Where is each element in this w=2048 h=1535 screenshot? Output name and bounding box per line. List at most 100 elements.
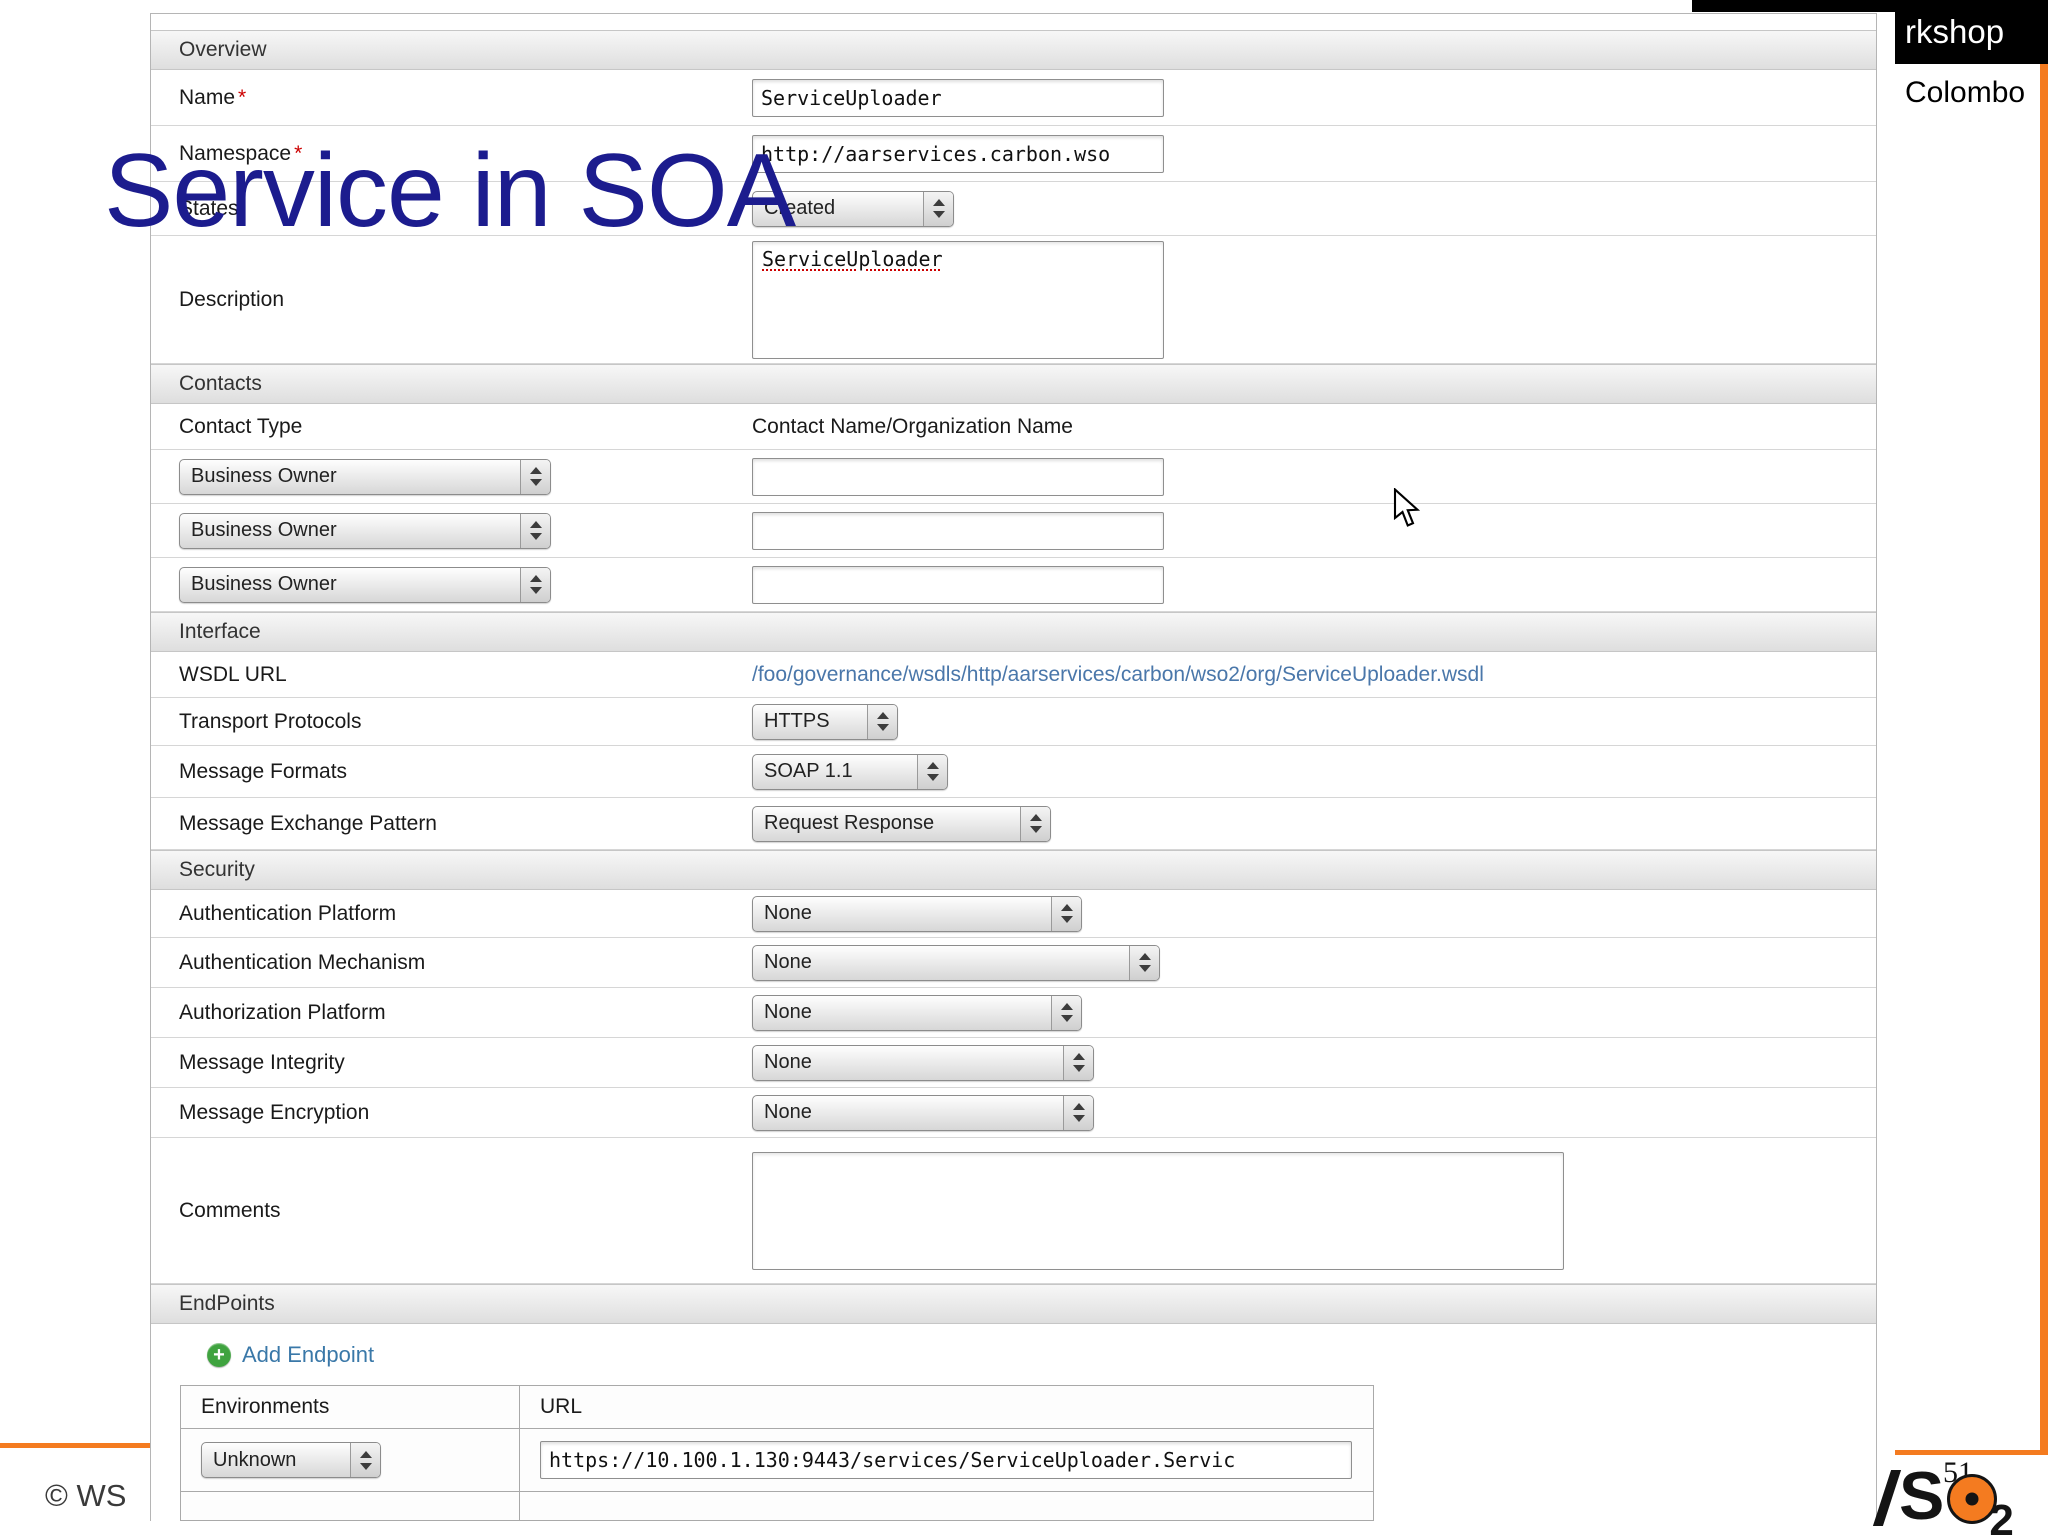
auth-mechanism-label: Authentication Mechanism	[179, 950, 426, 974]
section-header-endpoints: EndPoints	[151, 1284, 1876, 1324]
transport-label: Transport Protocols	[179, 709, 362, 733]
section-header-contacts: Contacts	[151, 364, 1876, 404]
stepper-icon	[917, 754, 947, 789]
comments-row: Comments	[151, 1138, 1876, 1284]
orange-right-border	[2040, 58, 2048, 1454]
description-label: Description	[179, 287, 285, 311]
formats-label: Message Formats	[179, 759, 348, 783]
formats-row: Message Formats SOAP 1.1	[151, 746, 1876, 798]
interface-header-label: Interface	[179, 620, 261, 643]
contact-type-dropdown[interactable]: Business Owner	[179, 458, 551, 495]
msg-integrity-row: Message Integrity None	[151, 1038, 1876, 1088]
mep-value: Request Response	[764, 812, 935, 834]
mep-label: Message Exchange Pattern	[179, 811, 437, 835]
banner-location-label: Colombo	[1895, 64, 2048, 122]
wsdl-row: WSDL URL /foo/governance/wsdls/http/aars…	[151, 652, 1876, 698]
section-header-interface: Interface	[151, 612, 1876, 652]
banner-workshop-label: rkshop	[1895, 0, 2048, 64]
required-asterisk: *	[238, 85, 247, 109]
event-banner: rkshop Colombo	[1895, 0, 2048, 122]
authz-platform-row: Authorization Platform None	[151, 988, 1876, 1038]
environment-value: Unknown	[213, 1448, 297, 1471]
logo-stroke	[1872, 1470, 1902, 1526]
environment-dropdown[interactable]: Unknown	[201, 1442, 381, 1478]
contacts-header-label: Contacts	[179, 372, 262, 395]
stepper-icon	[923, 191, 953, 226]
endpoint-row: Unknown	[180, 1428, 1876, 1492]
wsdl-url-link[interactable]: /foo/governance/wsdls/http/aarservices/c…	[752, 663, 1484, 687]
url-column-header: URL	[519, 1385, 1374, 1429]
stepper-icon	[1129, 945, 1159, 980]
auth-platform-dropdown[interactable]: None	[752, 895, 1082, 932]
msg-encryption-row: Message Encryption None	[151, 1088, 1876, 1138]
wso2-logo: S 2	[1872, 1458, 2014, 1535]
msg-integrity-label: Message Integrity	[179, 1050, 345, 1074]
endpoints-table: Environments URL Unknown	[180, 1385, 1876, 1521]
stepper-icon	[520, 459, 550, 494]
msg-encryption-dropdown[interactable]: None	[752, 1094, 1094, 1131]
comments-textarea[interactable]	[752, 1151, 1564, 1270]
contact-name-header: Contact Name/Organization Name	[752, 414, 1073, 438]
wsdl-label: WSDL URL	[179, 662, 287, 686]
contact-type-dropdown[interactable]: Business Owner	[179, 566, 551, 603]
add-endpoint-row: + Add Endpoint	[151, 1324, 1876, 1386]
contact-name-input[interactable]	[752, 511, 1164, 550]
auth-platform-label: Authentication Platform	[179, 901, 397, 925]
name-input[interactable]	[752, 78, 1164, 117]
mep-row: Message Exchange Pattern Request Respons…	[151, 798, 1876, 850]
stepper-icon	[1051, 896, 1081, 931]
orange-bottom-right-border	[1895, 1450, 2048, 1455]
auth-platform-row: Authentication Platform None	[151, 890, 1876, 938]
endpoints-header-row: Environments URL	[180, 1385, 1876, 1429]
authz-platform-dropdown[interactable]: None	[752, 994, 1082, 1031]
contact-name-input[interactable]	[752, 565, 1164, 604]
comments-label: Comments	[179, 1198, 281, 1222]
contact-type-value: Business Owner	[191, 465, 337, 487]
stepper-icon	[867, 704, 897, 739]
transport-row: Transport Protocols HTTPS	[151, 698, 1876, 746]
contact-type-value: Business Owner	[191, 573, 337, 595]
slide-title: Service in SOA	[104, 133, 796, 249]
description-row: Description ServiceUploader	[151, 236, 1876, 364]
endpoint-url-input[interactable]	[540, 1441, 1352, 1479]
orange-bottom-left-border	[0, 1443, 150, 1448]
contact-row: Business Owner	[151, 558, 1876, 612]
name-label: Name *	[179, 85, 247, 109]
auth-mechanism-dropdown[interactable]: None	[752, 944, 1160, 981]
endpoint-row-partial	[180, 1491, 1876, 1521]
contact-type-header: Contact Type	[179, 414, 303, 438]
plus-icon: +	[207, 1343, 231, 1367]
stepper-icon	[1063, 1045, 1093, 1080]
stepper-icon	[520, 567, 550, 602]
contact-row: Business Owner	[151, 504, 1876, 558]
msg-encryption-label: Message Encryption	[179, 1100, 370, 1124]
transport-dropdown[interactable]: HTTPS	[752, 703, 898, 740]
contact-name-input[interactable]	[752, 457, 1164, 496]
contact-row: Business Owner	[151, 450, 1876, 504]
msg-integrity-dropdown[interactable]: None	[752, 1044, 1094, 1081]
contacts-column-header-row: Contact Type Contact Name/Organization N…	[151, 404, 1876, 450]
add-endpoint-link[interactable]: + Add Endpoint	[207, 1342, 374, 1368]
stepper-icon	[350, 1443, 380, 1477]
add-endpoint-label: Add Endpoint	[242, 1342, 375, 1367]
mep-dropdown[interactable]: Request Response	[752, 805, 1051, 842]
copyright-text: © WS	[45, 1478, 127, 1513]
contact-type-dropdown[interactable]: Business Owner	[179, 512, 551, 549]
overview-header-label: Overview	[179, 38, 267, 61]
environments-column-header: Environments	[180, 1385, 520, 1429]
stepper-icon	[520, 513, 550, 548]
description-textarea[interactable]: ServiceUploader	[752, 240, 1164, 359]
stepper-icon	[1020, 806, 1050, 841]
stepper-icon	[1051, 995, 1081, 1030]
namespace-input[interactable]	[752, 134, 1164, 173]
logo-letter: S	[1899, 1458, 1945, 1534]
formats-dropdown[interactable]: SOAP 1.1	[752, 753, 948, 790]
auth-mechanism-row: Authentication Mechanism None	[151, 938, 1876, 988]
slide-canvas: Overview Name* Namespace* States Created	[0, 0, 2048, 1535]
security-header-label: Security	[179, 858, 255, 881]
mouse-cursor-icon	[1393, 488, 1421, 527]
formats-value: SOAP 1.1	[764, 760, 853, 782]
section-header-overview: Overview	[151, 30, 1876, 70]
name-row: Name *	[151, 70, 1876, 126]
transport-value: HTTPS	[764, 710, 830, 732]
